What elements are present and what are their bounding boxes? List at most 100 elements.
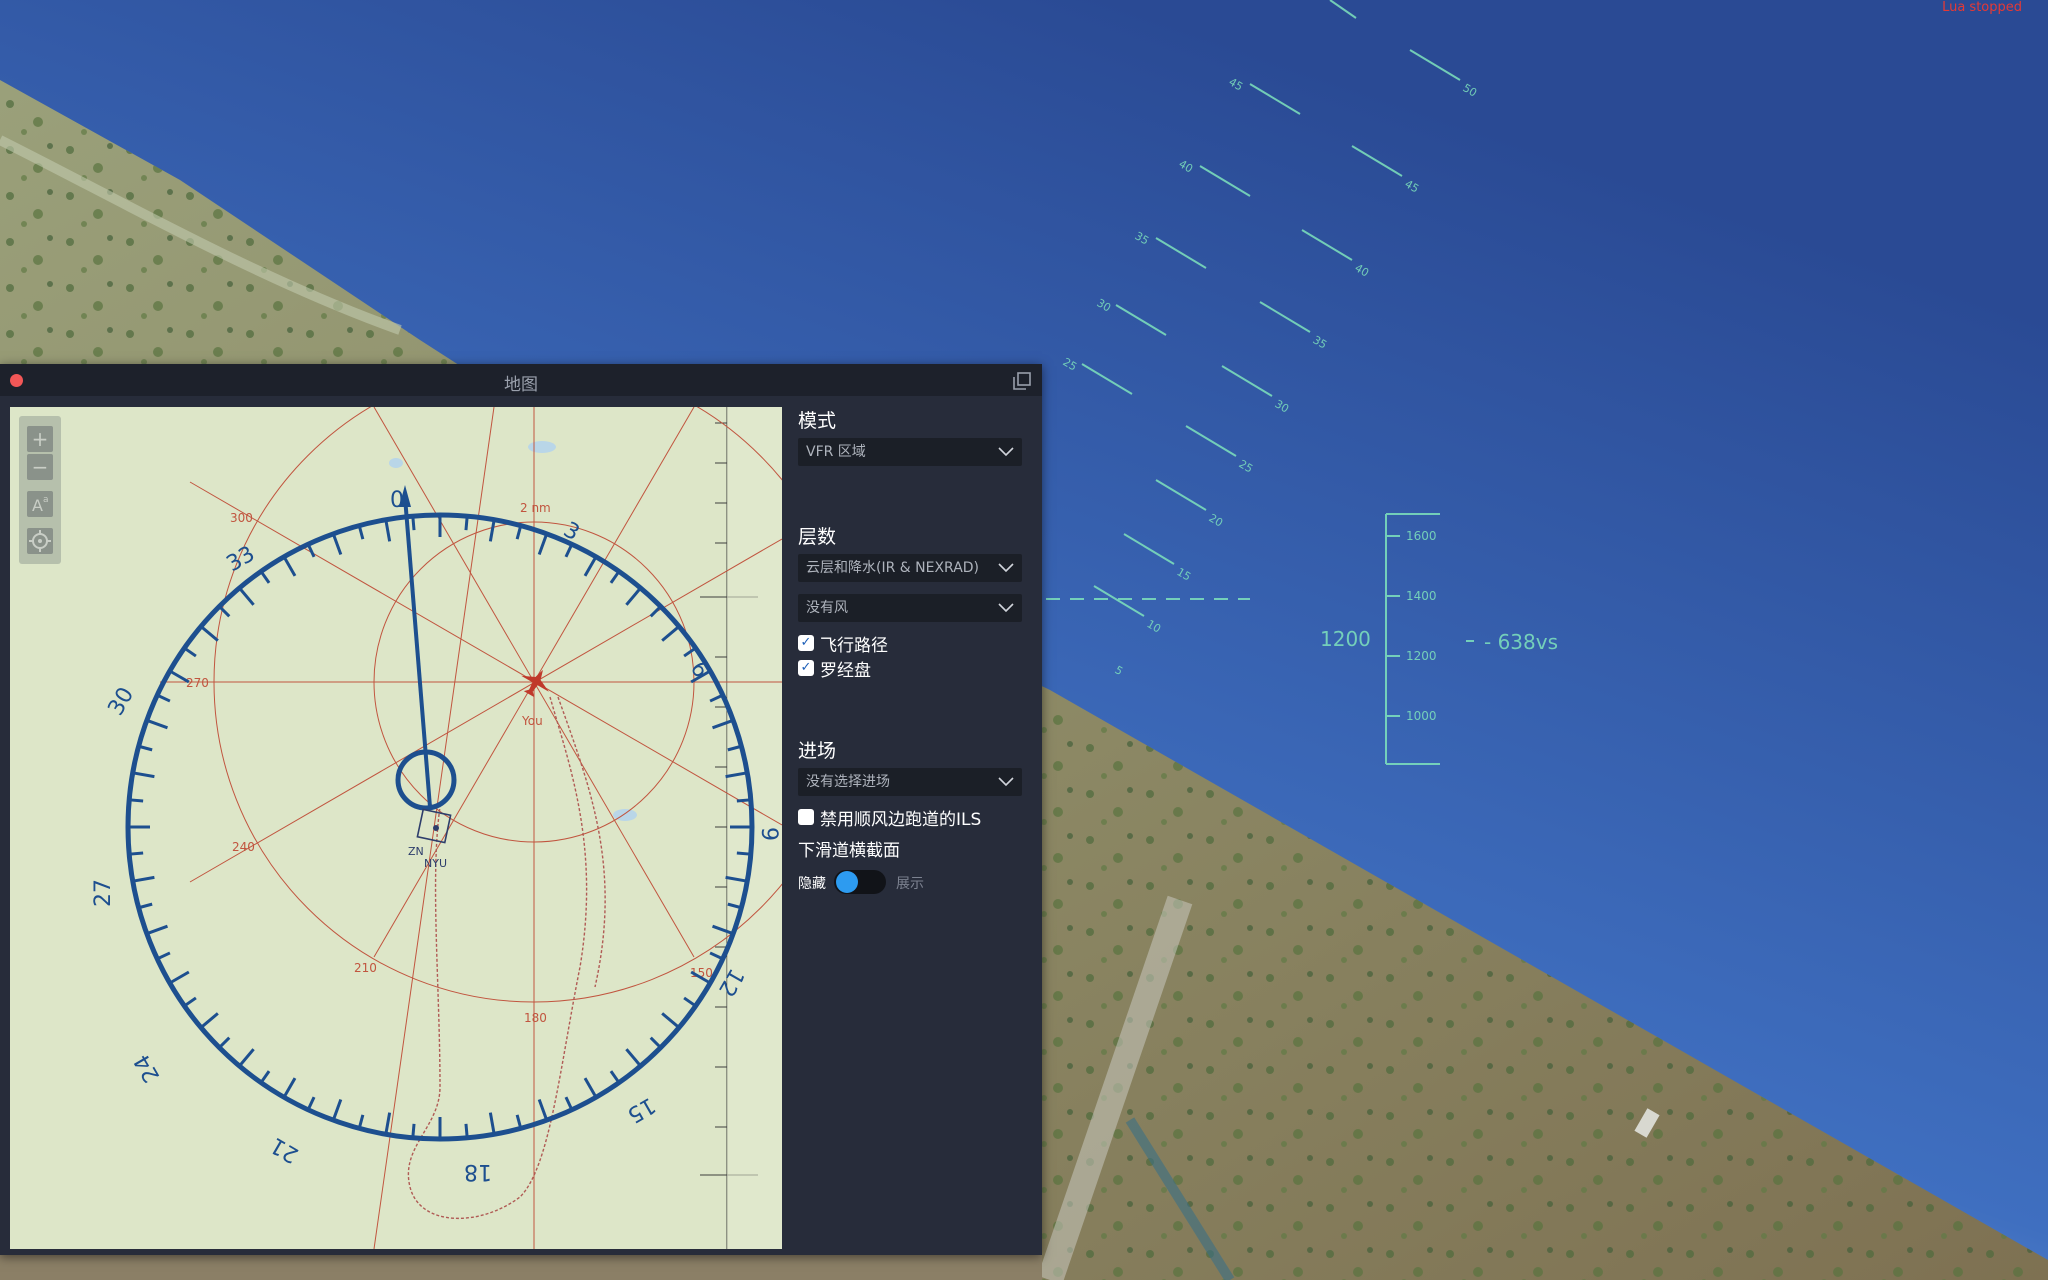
compass-tick [661,625,680,642]
aircraft-label: You [521,714,543,728]
compass-tick [464,1123,469,1138]
compass-checkbox-row[interactable]: ✓ 罗经盘 [798,657,871,681]
compass-tick [331,533,343,556]
compass-tick [183,996,197,1008]
compass-tick [709,693,724,703]
zoom-in-button[interactable]: + [27,426,53,452]
compass-tick [609,570,621,584]
disable-ils-label: 禁用顺风边跑道的ILS [820,809,982,830]
compass-tick [138,744,153,752]
compass-tick [649,1036,662,1049]
mode-section-title: 模式 [798,410,837,432]
layers-section-title: 层数 [798,526,837,548]
wind-layer-value: 没有风 [806,600,848,616]
compass-tick [146,924,169,936]
flight-path-checkbox[interactable]: ✓ [798,635,814,651]
compass-heading-label: 30 [104,683,140,720]
compass-tick [583,1077,598,1098]
compass-tick [331,1098,343,1121]
compass-checkbox[interactable]: ✓ [798,660,814,676]
compass-tick [515,525,523,540]
compass-tick [129,851,144,856]
disable-ils-checkbox[interactable] [798,809,814,825]
compass-tick [625,1048,642,1067]
compass-tick [259,1070,271,1084]
zoom-out-button[interactable]: − [27,454,53,480]
wind-layer-dropdown[interactable]: 没有风 [798,594,1022,622]
center-on-aircraft-button[interactable] [27,528,53,554]
toggle-knob [836,871,858,893]
compass-heading-label: 15 [623,1092,660,1128]
compass-tick [384,519,392,542]
compass-label: 罗经盘 [820,660,871,681]
compass-tick [515,1114,523,1129]
compass-tick [661,1012,680,1029]
chevron-down-icon [998,563,1014,573]
flight-path-label: 飞行路径 [820,635,888,656]
compass-tick [683,646,697,658]
compass-tick [736,798,751,803]
mode-dropdown[interactable]: VFR 区域 [798,438,1022,466]
compass-heading-label: 24 [130,1050,166,1087]
range-ring-label: 210 [354,961,377,975]
compass-tick [488,1112,496,1135]
glideslope-toggle[interactable] [834,870,886,894]
lua-status-message: Lua stopped [1942,0,2022,15]
hud-alt-tick: 1400 [1406,589,1437,603]
compass-tick [200,1012,219,1029]
svg-text:a: a [43,495,49,505]
compass-tick [156,951,171,961]
weather-layer-value: 云层和降水(IR & NEXRAD) [806,560,980,576]
chevron-down-icon [998,777,1014,787]
compass-tick [169,970,190,985]
compass-heading-label: 33 [223,542,260,578]
map-window: 地图 300 270 240 210 180 150 2 nm You 0 3 … [0,364,1042,1255]
compass-tick [132,875,155,883]
map-canvas[interactable]: 300 270 240 210 180 150 2 nm You 0 3 6 9… [10,407,782,1249]
approach-dropdown[interactable]: 没有选择进场 [798,768,1022,796]
compass-tick [564,543,574,558]
range-ring-label: 180 [524,1011,547,1025]
compass-tick [357,525,365,540]
compass-heading-label: 18 [464,1159,492,1184]
compass-tick [736,851,751,856]
compass-tick [259,570,271,584]
compass-tick [384,1112,392,1135]
chevron-down-icon [998,603,1014,613]
crosshair-icon [29,530,51,552]
popout-window-icon[interactable] [1012,371,1032,391]
waypoint-label: ZN [408,845,424,858]
text-size-button[interactable]: Aa [27,491,53,517]
compass-tick [488,519,496,542]
hud-altitude-readout: 1200 [1320,627,1371,651]
mode-dropdown-value: VFR 区域 [806,444,866,460]
compass-heading-label: 9 [756,827,781,841]
hud-alt-tick: 1600 [1406,529,1437,543]
compass-tick [357,1114,365,1129]
compass-tick [609,1070,621,1084]
range-ring-label: 300 [230,511,253,525]
approach-section-title: 进场 [798,740,837,762]
compass-tick [138,902,153,910]
compass-heading-label: 27 [91,879,116,907]
flight-path-checkbox-row[interactable]: ✓ 飞行路径 [798,632,888,656]
compass-tick [649,605,662,618]
map-drawing: 300 270 240 210 180 150 2 nm You 0 3 6 9… [91,407,782,1249]
compass-tick [411,1123,416,1138]
hud-alt-tick: 1000 [1406,709,1437,723]
map-window-titlebar[interactable]: 地图 [0,364,1042,396]
waypoint-icon [416,808,452,844]
disable-ils-checkbox-row[interactable]: 禁用顺风边跑道的ILS [798,806,982,830]
hud-vertical-speed: - 638vs [1484,630,1558,654]
compass-tick [537,533,549,556]
weather-layer-dropdown[interactable]: 云层和降水(IR & NEXRAD) [798,554,1022,582]
toggle-show-label: 展示 [896,876,924,892]
compass-tick [464,516,469,531]
compass-tick [282,556,297,577]
approach-value: 没有选择进场 [806,774,890,790]
compass-tick [625,587,642,606]
compass-tick [218,1036,231,1049]
text-size-icon: Aa [32,495,49,515]
map-settings-panel: 模式 VFR 区域 层数 云层和降水(IR & NEXRAD) 没有风 ✓ 飞行… [782,396,1042,1255]
waypoint-label: NYU [424,857,447,870]
